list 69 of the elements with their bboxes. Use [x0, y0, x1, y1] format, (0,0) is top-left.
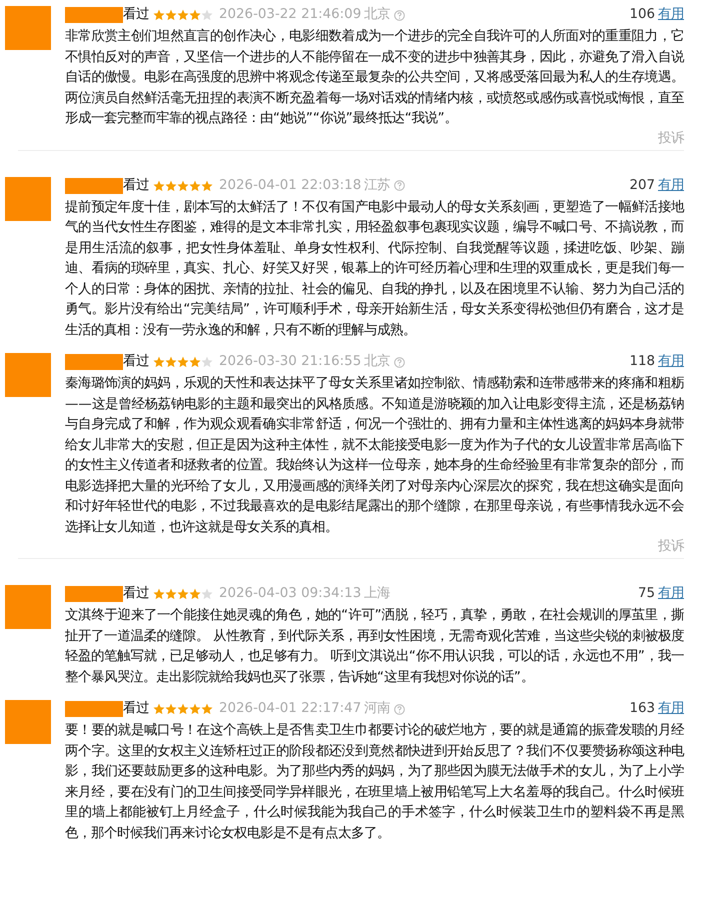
avatar-redaction	[5, 353, 51, 397]
review-text: 文淇终于迎来了一个能接住她灵魂的角色，她的“许可”洒脱，轻巧，真挚，勇敢，在社会规训的厚茧里，撕扯开了一道温柔的缝隙。 从性教育，到代际关系，再到女性困境，无需奇观化苦难，当这些尖锐的刺被极度轻盈的笔触写就，已足够动人，也足够有力。 听到文淇说出“你不用认识我，可以的话，永远也不用”，我一整个暴风哭泣。走出影院就给我妈也买了张票，告诉她“这里有我想对你说的话”。	[65, 606, 684, 686]
watched-status: 看过	[123, 585, 149, 603]
review-time: 2026-04-03 09:34:13	[219, 585, 362, 603]
useful-link[interactable]: 有用	[658, 700, 684, 718]
star-icon	[153, 588, 165, 600]
vote-count: 75	[638, 585, 655, 603]
star-icon	[177, 588, 189, 600]
star-icon	[177, 356, 189, 368]
username-redaction	[65, 701, 123, 717]
star-icon	[165, 703, 177, 715]
star-icon	[201, 356, 213, 368]
review-text: 提前预定年度十佳，剧本写的太鲜活了！不仅有国产电影中最动人的母女关系刻画，更塑造了一幅鲜活接地气的当代女性生存图鉴，难得的是文本非常扎实，用轻盈叙事包裹现实议题，编导不喊口号、不搞说教，而是用生活流的叙事，把女性身体羞耻、单身女性权利、代际控制、自我觉醒等议题，揉进吃饭、吵架、蹦迪、看病的琐碎里，真实、扎心、好笑又好哭，银幕上的许可经历着心理和生理的双重成长，更是我们每一个人的日常：身体的困扰、亲情的拉扯、社会的偏见、自我的挣扎，以及在困境里不认输、努力为自己活的勇气。影片没有给出“完美结局”，许可顺利手术，母亲开始新生活，母女关系变得松弛但仍有磨合，这才是生活的真相：没有一劳永逸的和解，只有不断的理解与成熟。	[65, 198, 684, 340]
star-icon	[153, 9, 165, 21]
vote-count: 207	[629, 176, 655, 194]
review-time: 2026-04-01 22:17:47	[219, 700, 362, 718]
star-icon	[189, 356, 201, 368]
watched-status: 看过	[123, 6, 149, 24]
watched-status: 看过	[123, 176, 149, 194]
review-text: 秦海璐饰演的妈妈，乐观的天性和表达抹平了母女关系里诸如控制欲、情感勒索和连带感带来的疼痛和粗粝——这是曾经杨荔钠电影的主题和最突出的风格质感。不知道是游晓颖的加入让电影变得主流，还是杨荔钠与自身完成了和解，作为观众观看确实非常舒适，何况一个强壮的、拥有力量和主体性逃离的妈妈本身就带给女儿非常大的安慰，但正是因为这种主体性，就不太能接受电影一度为作为子代的女儿设置非常居高临下的女性主义传道者和拯救者的位置。我始终认为这样一位母亲，她本身的生命经验里有非常复杂的部分，而电影选择把大量的光环给了女儿，又用漫画感的演绎关闭了对母亲内心深层次的探究，我在想这确实是面向和讨好年轻世代的电影，不过我最喜欢的是电影结尾露出的那个缝隙，在那里母亲说，有些事情我永远不会选择让女儿知道，也许这就是母女关系的真相。	[65, 374, 684, 536]
review-time: 2026-03-22 21:46:09	[219, 6, 362, 24]
star-icon	[201, 9, 213, 21]
help-icon[interactable]	[394, 10, 406, 20]
star-icon	[165, 180, 177, 192]
star-icon	[189, 703, 201, 715]
review-text: 非常欣赏主创们坦然直言的创作决心，电影细数着成为一个进步的完全自我许可的人所面对的重重阻力，它不惧怕反对的声音，又坚信一个进步的人不能停留在一成不变的进步中独善其身，因此，亦避免了滑入自说自话的傲慢。电影在高强度的思辨中将观念传递至最复杂的公共空间，又将感受落回最为私人的生存境遇。两位演员自然鲜活毫无扭捏的表演不断充盈着每一场对话戏的情绪内核，或愤怒或感伤或喜悦或悔恨，直至形成一套完整而牢靠的视点路径：由“她说”“你说”最终抵达“我说”。	[65, 28, 684, 128]
review-time: 2026-03-30 21:16:55	[219, 353, 362, 371]
review-text: 要！要的就是喊口号！在这个高铁上是否售卖卫生巾都要讨论的破烂地方，要的就是通篇的振聋发聩的月经两个字。这里的女权主义连矫枉过正的阶段都还没到竟然都快进到开始反思了？我们不仅要赞扬称颂这种电影，我们还要鼓励更多的这种电影。为了那些内秀的妈妈，为了那些因为膜无法做手术的女儿，为了上小学来月经，要在没有门的卫生间接受同学异样眼光，在班里墙上被用铅笔写上大名羞辱的我自己。什么时候班里的墙上都能被钉上月经盒子，什么时候我能为我自己的手术签字，什么时候装卫生巾的塑料袋不再是黑色，那个时候我们再来讨论女权电影是不是有点太多了。	[65, 722, 684, 842]
avatar-redaction	[5, 585, 51, 629]
star-icon	[153, 703, 165, 715]
review-location: 北京	[364, 353, 390, 371]
useful-link[interactable]: 有用	[658, 176, 684, 194]
username-redaction	[65, 586, 123, 602]
star-icon	[189, 588, 201, 600]
review-location: 河南	[364, 700, 390, 718]
username-redaction	[65, 354, 123, 370]
star-icon	[153, 180, 165, 192]
review-location: 江苏	[364, 176, 390, 194]
review-location: 上海	[364, 585, 390, 603]
useful-link[interactable]: 有用	[658, 6, 684, 24]
help-icon[interactable]	[394, 356, 406, 368]
username-redaction	[65, 7, 123, 23]
avatar-redaction	[5, 6, 51, 50]
useful-link[interactable]: 有用	[658, 353, 684, 371]
star-icon	[177, 180, 189, 192]
help-icon[interactable]	[394, 704, 406, 714]
star-icon	[189, 9, 201, 21]
star-icon	[165, 588, 177, 600]
vote-count: 118	[629, 353, 655, 371]
username-redaction	[65, 178, 123, 194]
review-time: 2026-04-01 22:03:18	[219, 176, 362, 194]
watched-status: 看过	[123, 353, 149, 371]
vote-count: 106	[629, 6, 655, 24]
watched-status: 看过	[123, 700, 149, 718]
star-icon	[201, 703, 213, 715]
star-icon	[177, 703, 189, 715]
star-icon	[201, 588, 213, 600]
vote-count: 163	[629, 700, 655, 718]
review-location: 北京	[364, 6, 390, 24]
useful-link[interactable]: 有用	[658, 585, 684, 603]
star-icon	[153, 356, 165, 368]
star-icon	[201, 180, 213, 192]
help-icon[interactable]	[394, 180, 406, 191]
star-icon	[165, 356, 177, 368]
star-icon	[189, 180, 201, 192]
star-icon	[165, 9, 177, 21]
star-icon	[177, 9, 189, 21]
avatar-redaction	[5, 176, 51, 220]
avatar-redaction	[5, 700, 51, 744]
